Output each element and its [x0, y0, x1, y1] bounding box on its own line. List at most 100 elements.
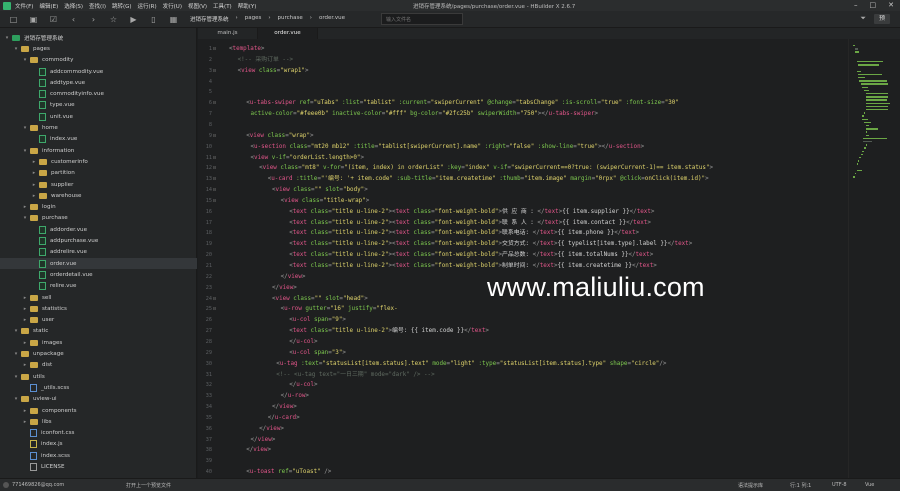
tree-item[interactable]: addrelire.vue	[0, 247, 197, 258]
expand-arrow-icon[interactable]: ▾	[22, 148, 28, 154]
breadcrumb-item[interactable]: purchase	[278, 15, 303, 23]
expand-arrow-icon[interactable]: ▸	[22, 306, 28, 312]
tree-item[interactable]: addcommodity.vue	[0, 66, 197, 77]
editor-tab[interactable]: main.js	[198, 28, 258, 39]
fold-toggle-icon[interactable]: ⊟	[213, 66, 218, 77]
close-icon[interactable]: ✕	[888, 1, 894, 9]
expand-arrow-icon[interactable]: ▾	[13, 46, 19, 52]
expand-arrow-icon[interactable]: ▸	[22, 317, 28, 323]
tree-item[interactable]: ▸ partition	[0, 168, 197, 179]
menu-item[interactable]: 帮助(Y)	[238, 2, 257, 10]
code-editor[interactable]: 1 ⊟ 2 3 ⊟ 4 5 6 ⊟ 7 8 9 ⊟ 10 11 ⊟ 12 ⊟ 13 ⊟ 14 ⊟ 15 ⊟ 16 17 18 19 20…	[198, 39, 848, 478]
tree-item[interactable]: _utils.scss	[0, 382, 197, 393]
tree-item[interactable]: commodityinfo.vue	[0, 89, 197, 100]
run-icon[interactable]: ▶	[128, 14, 139, 25]
tree-item[interactable]: ▾ commodity	[0, 55, 197, 66]
tree-item[interactable]: ▸ supplier	[0, 179, 197, 190]
fold-toggle-icon[interactable]: ⊟	[213, 98, 218, 109]
fold-toggle-icon[interactable]: ⊟	[213, 131, 218, 142]
tree-item[interactable]: type.vue	[0, 100, 197, 111]
tree-item[interactable]: ▾ 进销存管理系统	[0, 32, 197, 43]
expand-arrow-icon[interactable]: ▾	[13, 374, 19, 380]
expand-arrow-icon[interactable]: ▸	[31, 182, 37, 188]
forward-arrow-icon[interactable]: ›	[88, 14, 99, 25]
expand-arrow-icon[interactable]: ▾	[13, 351, 19, 357]
tree-item[interactable]: ▸ dist	[0, 360, 197, 371]
tree-item[interactable]: index.js	[0, 439, 197, 450]
star-icon[interactable]: ☆	[108, 14, 119, 25]
tree-item[interactable]: addtype.vue	[0, 77, 197, 88]
tree-item[interactable]: ▸ sell	[0, 292, 197, 303]
maximize-icon[interactable]: □	[870, 1, 877, 9]
tree-item[interactable]: addpurchase.vue	[0, 235, 197, 246]
tree-item[interactable]: ▸ login	[0, 202, 197, 213]
tree-item[interactable]: orderdetail.vue	[0, 269, 197, 280]
expand-arrow-icon[interactable]: ▾	[13, 396, 19, 402]
fold-toggle-icon[interactable]: ⊟	[213, 153, 218, 164]
tree-item[interactable]: unit.vue	[0, 111, 197, 122]
expand-arrow-icon[interactable]: ▾	[22, 57, 28, 63]
tree-item[interactable]: ▸ statistics	[0, 303, 197, 314]
minimap[interactable]	[848, 39, 900, 478]
fold-toggle-icon[interactable]: ⊟	[213, 163, 218, 174]
tree-item[interactable]: ▸ images	[0, 337, 197, 348]
menu-item[interactable]: 视图(V)	[188, 2, 207, 10]
status-hint[interactable]: 打开上一个预览文件	[126, 482, 171, 489]
file-encoding[interactable]: UTF-8	[832, 482, 847, 488]
tree-item[interactable]: ▸ libs	[0, 416, 197, 427]
tree-item[interactable]: ▸ customerinfo	[0, 156, 197, 167]
tree-item[interactable]: iconfont.css	[0, 428, 197, 439]
tree-item[interactable]: index.scss	[0, 450, 197, 461]
tree-item[interactable]: addorder.vue	[0, 224, 197, 235]
menu-item[interactable]: 运行(R)	[138, 2, 157, 10]
fold-toggle-icon[interactable]: ⊟	[213, 174, 218, 185]
filter-icon[interactable]: ⏷	[860, 14, 866, 23]
expand-arrow-icon[interactable]: ▾	[22, 215, 28, 221]
menu-item[interactable]: 查找(I)	[89, 2, 106, 10]
tree-item[interactable]: ▾ home	[0, 122, 197, 133]
menu-item[interactable]: 文件(F)	[15, 2, 33, 10]
file-language[interactable]: Vue	[865, 482, 874, 488]
file-search-input[interactable]: 输入文件名	[381, 13, 463, 25]
menu-item[interactable]: 跳转(G)	[112, 2, 132, 10]
menu-item[interactable]: 发行(U)	[163, 2, 182, 10]
tree-item[interactable]: ▾ information	[0, 145, 197, 156]
expand-arrow-icon[interactable]: ▸	[22, 362, 28, 368]
tree-item[interactable]: ▾ unpackage	[0, 348, 197, 359]
editor-tab[interactable]: order.vue	[258, 28, 318, 39]
breadcrumb-item[interactable]: pages	[245, 15, 262, 23]
breadcrumb-item[interactable]: order.vue	[319, 15, 345, 23]
expand-arrow-icon[interactable]: ▸	[22, 408, 28, 414]
tree-item[interactable]: ▾ uview-ui	[0, 394, 197, 405]
expand-arrow-icon[interactable]: ▾	[13, 328, 19, 334]
grid-icon[interactable]: ▦	[168, 14, 179, 25]
tree-item[interactable]: ▾ static	[0, 326, 197, 337]
menu-item[interactable]: 选择(S)	[64, 2, 83, 10]
expand-arrow-icon[interactable]: ▸	[22, 295, 28, 301]
tree-item[interactable]: relire.vue	[0, 281, 197, 292]
expand-arrow-icon[interactable]: ▸	[22, 419, 28, 425]
account-info[interactable]: 771469826@qq.com	[3, 482, 64, 488]
fold-toggle-icon[interactable]: ⊟	[213, 196, 218, 207]
menu-item[interactable]: 工具(T)	[213, 2, 232, 10]
preview-button[interactable]: 预	[874, 14, 890, 24]
expand-arrow-icon[interactable]: ▸	[31, 159, 37, 165]
menu-item[interactable]: 编辑(E)	[39, 2, 58, 10]
expand-arrow-icon[interactable]: ▸	[31, 170, 37, 176]
syntax-mode[interactable]: 语法提示库	[738, 482, 763, 489]
fold-toggle-icon[interactable]: ⊟	[213, 44, 218, 55]
code-area[interactable]: <template> <!-- 采购订单 --> <view class="wrap…	[229, 39, 847, 478]
tree-item[interactable]: ▾ purchase	[0, 213, 197, 224]
expand-arrow-icon[interactable]: ▸	[22, 204, 28, 210]
tree-item[interactable]: ▾ utils	[0, 371, 197, 382]
expand-arrow-icon[interactable]: ▾	[22, 125, 28, 131]
tree-item[interactable]: index.vue	[0, 134, 197, 145]
tree-item[interactable]: ▸ user	[0, 315, 197, 326]
save-icon[interactable]: ▣	[28, 14, 39, 25]
phone-icon[interactable]: ▯	[148, 14, 159, 25]
fold-toggle-icon[interactable]: ⊟	[213, 185, 218, 196]
minimize-icon[interactable]: –	[854, 1, 858, 9]
tree-item[interactable]: LICENSE	[0, 461, 197, 472]
expand-arrow-icon[interactable]: ▾	[4, 35, 10, 41]
expand-arrow-icon[interactable]: ▸	[31, 193, 37, 199]
